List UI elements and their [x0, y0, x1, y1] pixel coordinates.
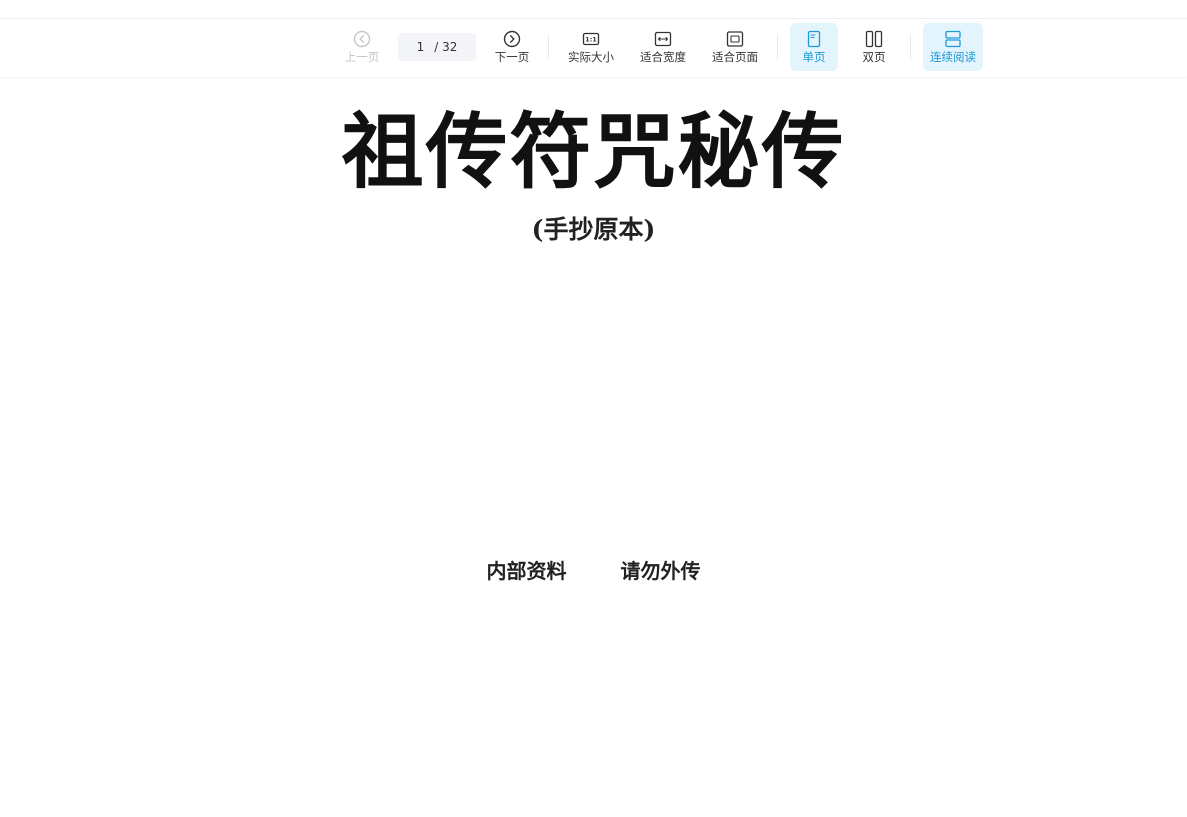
actual-size-icon-text: 1:1 [585, 36, 597, 44]
footer-do-not-distribute: 请勿外传 [620, 559, 701, 583]
fit-page-button[interactable]: 适合页面 [707, 23, 763, 71]
footer-internal-material: 内部资料 [486, 559, 567, 583]
actual-size-label: 实际大小 [568, 50, 614, 64]
actual-size-button[interactable]: 1:1 实际大小 [563, 23, 619, 71]
toolbar-separator [910, 35, 911, 59]
fit-page-icon [726, 31, 744, 47]
fit-page-label: 适合页面 [712, 50, 758, 64]
document-footer: 内部资料 请勿外传 [0, 556, 1187, 586]
toolbar-separator [548, 35, 549, 59]
fit-width-label: 适合宽度 [640, 50, 686, 64]
double-page-button[interactable]: 双页 [852, 23, 896, 71]
double-page-label: 双页 [862, 50, 886, 64]
fit-width-button[interactable]: 适合宽度 [635, 23, 691, 71]
single-page-label: 单页 [802, 50, 826, 64]
fit-width-icon [654, 31, 672, 47]
continuous-scroll-icon [945, 30, 961, 48]
toolbar-separator [777, 35, 778, 59]
continuous-reading-button[interactable]: 连续阅读 [923, 23, 983, 71]
double-page-icon [865, 30, 883, 48]
continuous-reading-label: 连续阅读 [930, 50, 976, 64]
single-page-button[interactable]: 单页 [790, 23, 838, 71]
next-page-button[interactable]: 下一页 [490, 23, 534, 71]
next-page-label: 下一页 [494, 50, 530, 64]
viewer-toolbar: 上一页 1 / 32 下一页 1:1 实际大小 适合宽度 适合页面 单页 双页 … [0, 19, 1187, 77]
page-indicator[interactable]: 1 / 32 [398, 33, 476, 61]
chevron-right-circle-icon [503, 30, 521, 48]
chevron-left-circle-icon [353, 30, 371, 48]
prev-page-button[interactable]: 上一页 [340, 23, 384, 71]
page-total: / 32 [434, 40, 458, 54]
document-title: 祖传符咒秘传 [341, 104, 846, 200]
single-page-icon [807, 30, 821, 48]
prev-page-label: 上一页 [344, 50, 380, 64]
actual-size-icon: 1:1 [582, 32, 600, 46]
document-subtitle: (手抄原本) [531, 215, 656, 244]
page-current: 1 [416, 40, 425, 54]
